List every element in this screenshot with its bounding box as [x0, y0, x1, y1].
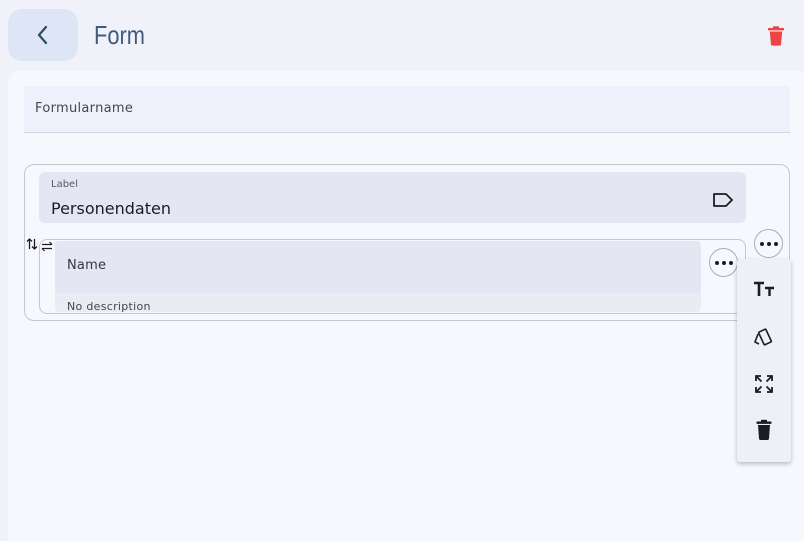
- section-label-value: Personendaten: [51, 199, 171, 218]
- menu-item-cards[interactable]: [737, 315, 791, 359]
- label-tag-icon: [713, 193, 733, 207]
- section-label-caption: Label: [51, 179, 78, 190]
- cards-icon: [754, 328, 773, 346]
- chevron-left-icon: [37, 25, 48, 45]
- context-menu: [737, 259, 791, 462]
- section-label-field[interactable]: Label Personendaten: [39, 172, 746, 223]
- more-horizontal-icon: [714, 260, 733, 265]
- form-name-placeholder: Formularname: [35, 101, 134, 116]
- menu-item-text-size[interactable]: [737, 267, 791, 311]
- page-title: Form: [94, 20, 145, 50]
- section-more-button[interactable]: [754, 229, 783, 258]
- list-item[interactable]: Name No description: [55, 241, 701, 313]
- trash-icon: [768, 26, 784, 46]
- item-description: No description: [67, 300, 151, 313]
- item-more-button[interactable]: [709, 248, 738, 277]
- swap-horizontal-icon[interactable]: [40, 241, 54, 252]
- more-horizontal-icon: [759, 241, 778, 246]
- delete-form-button[interactable]: [764, 24, 788, 48]
- item-name: Name: [67, 258, 107, 273]
- text-size-icon: [754, 281, 774, 296]
- menu-item-delete[interactable]: [737, 408, 791, 452]
- trash-icon: [756, 419, 772, 440]
- reorder-icon[interactable]: [26, 237, 38, 251]
- item-name-background: [55, 241, 701, 293]
- expand-icon: [755, 375, 773, 393]
- back-button[interactable]: [8, 9, 78, 61]
- form-name-input[interactable]: Formularname: [24, 86, 790, 133]
- menu-item-expand[interactable]: [737, 362, 791, 406]
- top-bar: Form: [0, 0, 804, 72]
